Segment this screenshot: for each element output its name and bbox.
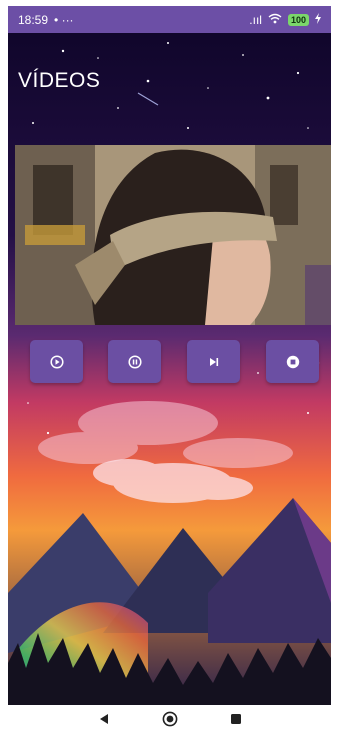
charging-icon: [315, 12, 321, 27]
back-button[interactable]: [98, 712, 110, 730]
system-nav-bar: [0, 705, 339, 737]
status-left: 18:59 • ···: [18, 13, 74, 27]
video-frame-image: [15, 145, 331, 325]
signal-icon: .ııl: [249, 12, 262, 27]
battery-icon: 100: [287, 13, 309, 26]
status-right: .ııl 100: [249, 12, 321, 27]
status-bar: 18:59 • ··· .ııl 100: [8, 6, 331, 33]
status-notification-icons: • ···: [54, 12, 74, 27]
home-circle-icon: [162, 711, 177, 726]
app-background: VÍDEOS: [8, 33, 331, 705]
mountains-decoration: [8, 498, 331, 705]
recents-square-icon: [230, 714, 241, 724]
home-button[interactable]: [162, 711, 178, 732]
video-player[interactable]: [15, 145, 331, 325]
recents-button[interactable]: [230, 712, 242, 730]
status-time: 18:59: [18, 12, 49, 27]
back-triangle-icon: [99, 714, 108, 724]
wifi-icon: [268, 13, 282, 27]
page-title: VÍDEOS: [18, 69, 101, 92]
moon-icon: [151, 413, 188, 453]
